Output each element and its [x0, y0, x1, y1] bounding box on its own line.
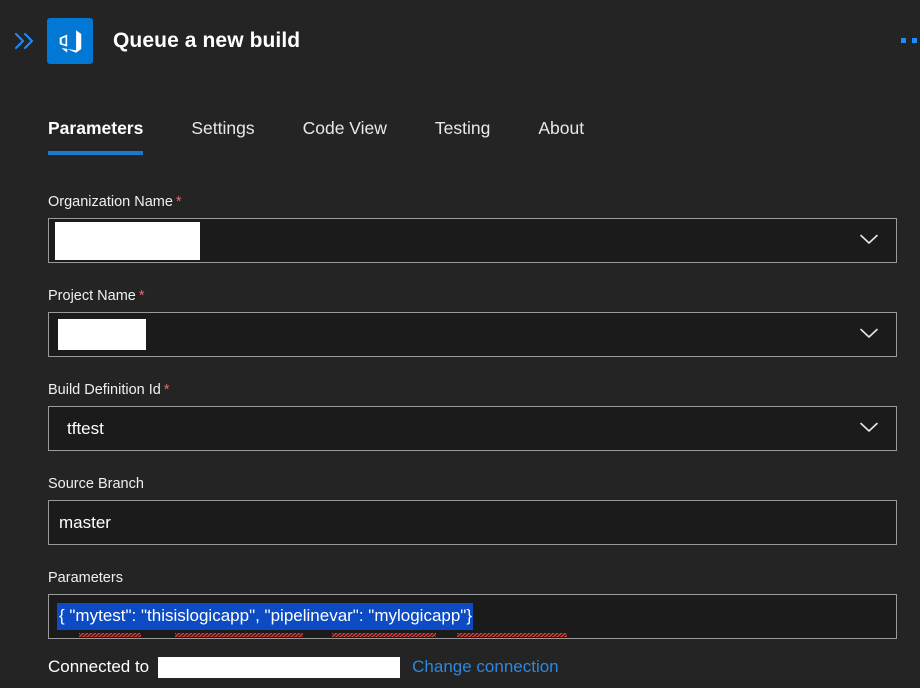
build-definition-id-value: tftest [67, 418, 104, 438]
build-definition-id-label: Build Definition Id * [48, 381, 897, 399]
required-asterisk: * [138, 288, 145, 304]
spellcheck-underlines [49, 633, 896, 637]
parameters-input[interactable]: { "mytest": "thisislogicapp", "pipelinev… [48, 594, 897, 639]
parameters-label: Parameters [48, 569, 897, 587]
source-branch-value: master [59, 512, 111, 532]
tab-parameters[interactable]: Parameters [48, 118, 144, 155]
source-branch-label: Source Branch [48, 475, 897, 493]
chevron-down-icon [860, 232, 878, 250]
tab-code-view-label: Code View [302, 118, 387, 138]
tab-parameters-label: Parameters [48, 118, 144, 138]
organization-name-dropdown[interactable] [48, 218, 897, 263]
organization-name-label-text: Organization Name [48, 194, 173, 210]
project-name-dropdown[interactable] [48, 312, 897, 357]
azure-devops-icon [47, 18, 93, 64]
tab-about-label: About [538, 118, 585, 138]
tab-testing-label: Testing [434, 118, 491, 138]
tab-bar: Parameters Settings Code View Testing Ab… [48, 118, 584, 155]
chevron-down-icon [860, 420, 878, 438]
queue-a-new-build-panel: Queue a new build Parameters Settings Co… [0, 0, 920, 688]
connection-bar: Connected to Change connection [48, 654, 559, 680]
tab-about[interactable]: About [538, 118, 584, 155]
organization-name-redaction [55, 222, 200, 260]
connected-to-label: Connected to [48, 657, 150, 676]
project-name-label-text: Project Name [48, 288, 136, 304]
double-chevron-right-icon[interactable] [8, 31, 42, 51]
required-asterisk: * [163, 382, 170, 398]
parameters-form: Organization Name * Project Name * Build… [48, 193, 897, 639]
build-definition-id-label-text: Build Definition Id [48, 382, 161, 398]
ellipsis-icon[interactable] [898, 33, 920, 49]
project-name-label: Project Name * [48, 287, 897, 305]
required-asterisk: * [175, 194, 182, 210]
connection-name-redaction [158, 656, 401, 678]
parameters-label-text: Parameters [48, 570, 123, 586]
tab-testing[interactable]: Testing [435, 118, 490, 155]
page-title: Queue a new build [113, 29, 301, 52]
panel-header: Queue a new build [0, 0, 920, 82]
tab-code-view[interactable]: Code View [303, 118, 387, 155]
build-definition-id-dropdown[interactable]: tftest [48, 406, 897, 451]
tab-settings[interactable]: Settings [191, 118, 254, 155]
project-name-redaction [58, 319, 146, 350]
source-branch-label-text: Source Branch [48, 476, 144, 492]
source-branch-input[interactable]: master [48, 500, 897, 545]
chevron-down-icon [860, 326, 878, 344]
tab-settings-label: Settings [191, 118, 255, 138]
organization-name-label: Organization Name * [48, 193, 897, 211]
parameters-value-selected: { "mytest": "thisislogicapp", "pipelinev… [57, 603, 474, 630]
change-connection-link[interactable]: Change connection [412, 657, 559, 677]
